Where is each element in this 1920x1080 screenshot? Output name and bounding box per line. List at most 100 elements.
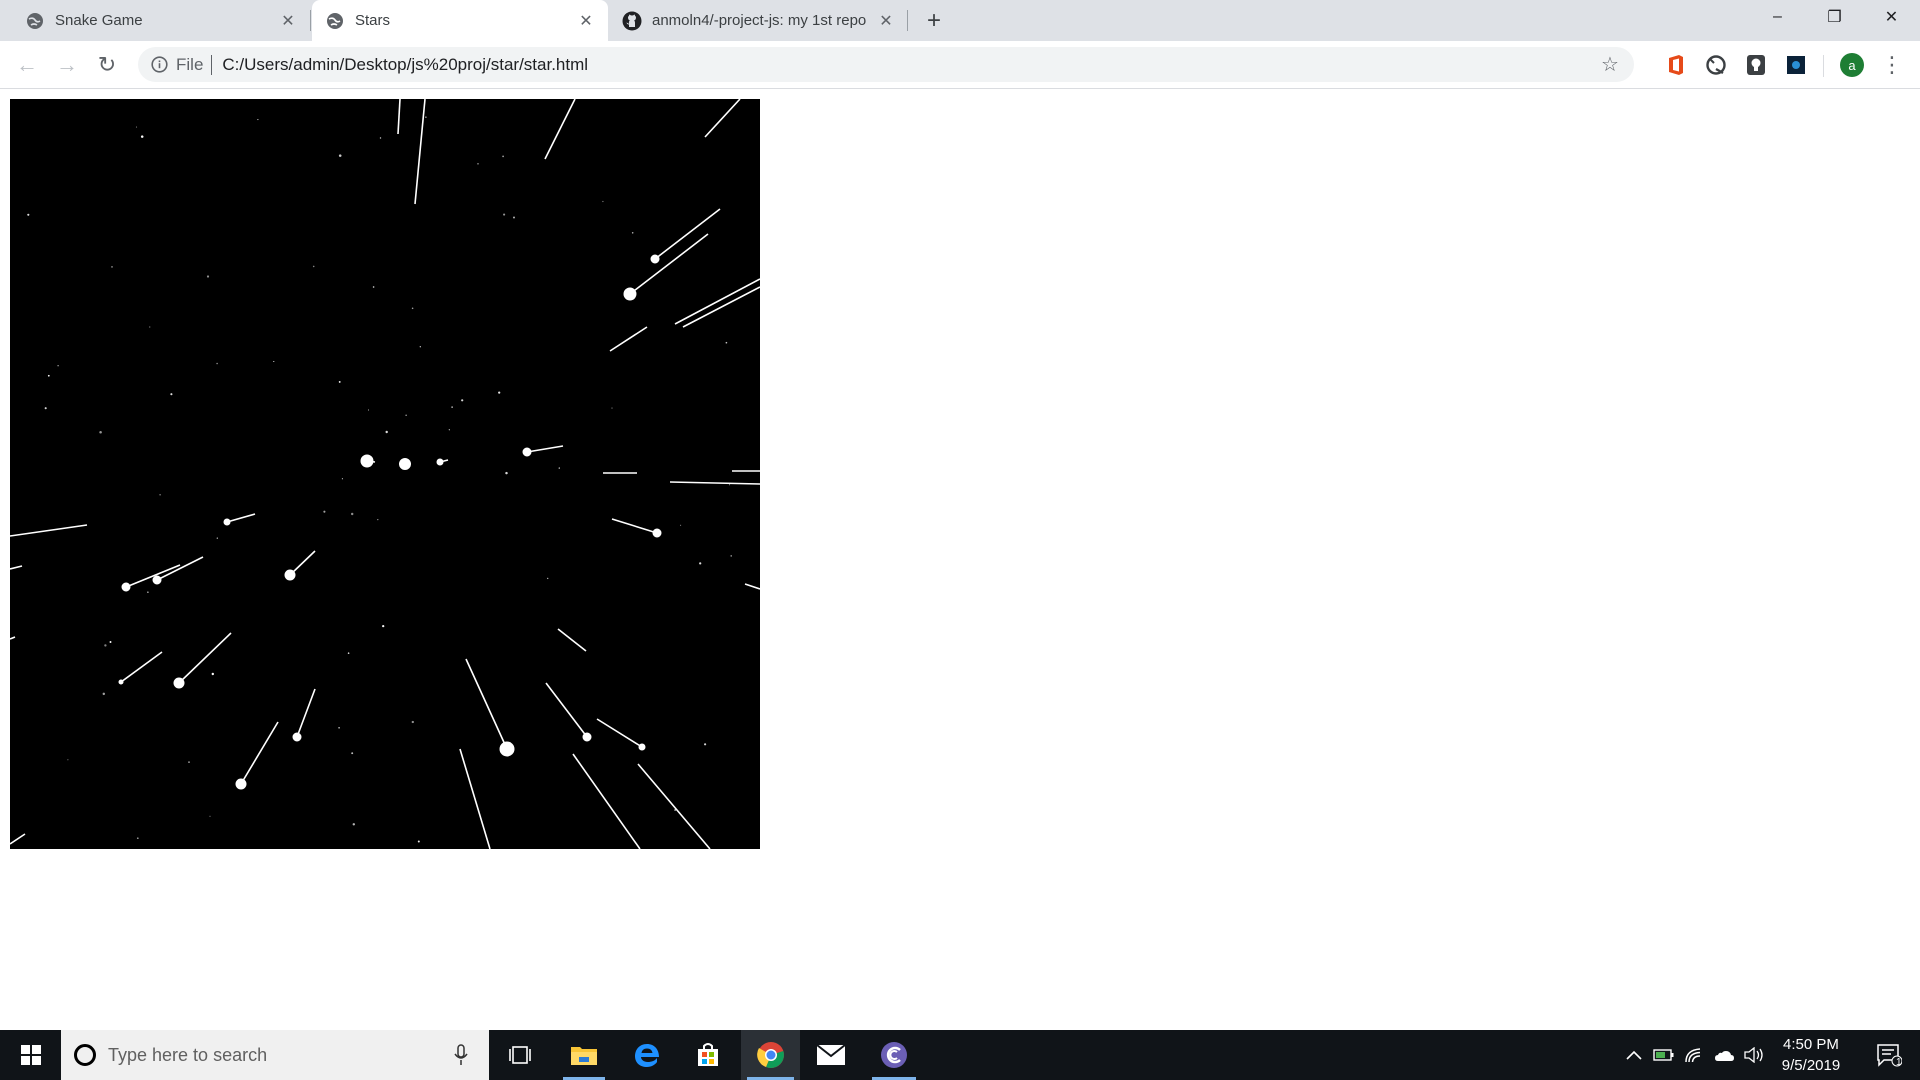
star-head	[638, 743, 646, 751]
start-button[interactable]	[0, 1030, 61, 1080]
star-dot	[147, 591, 149, 593]
search-placeholder: Type here to search	[108, 1044, 268, 1065]
star-dot	[206, 275, 210, 278]
star-dot	[558, 467, 560, 469]
tab-github-repo[interactable]: anmoln4/-project-js: my 1st repo ✕	[608, 0, 908, 41]
star-head	[399, 458, 411, 470]
star-dot	[513, 216, 515, 219]
microphone-icon[interactable]	[451, 1043, 471, 1067]
star-dot	[338, 380, 341, 383]
restore-icon: ❐	[1827, 9, 1842, 26]
windows-logo-icon	[20, 1045, 41, 1065]
dark-extension-icon[interactable]	[1784, 53, 1808, 77]
star-dot	[238, 778, 241, 781]
scheme-divider	[211, 54, 213, 75]
action-center-button[interactable]: 1	[1864, 1030, 1914, 1080]
tab-title: Snake Game	[55, 12, 143, 29]
star-dot	[451, 406, 453, 408]
clock: 4:50 PM 9/5/2019	[1782, 1034, 1840, 1076]
star-dot	[425, 116, 427, 118]
clock-button[interactable]: 4:50 PM 9/5/2019	[1770, 1030, 1852, 1080]
globe-icon	[25, 11, 45, 31]
star-head	[360, 454, 374, 468]
back-button[interactable]: ←	[11, 49, 43, 81]
forward-button[interactable]: →	[51, 49, 83, 81]
address-bar[interactable]: File C:/Users/admin/Desktop/js%20proj/st…	[138, 47, 1634, 82]
star-dot	[411, 307, 414, 310]
star-head	[284, 569, 296, 581]
url-text[interactable]: C:/Users/admin/Desktop/js%20proj/star/st…	[222, 55, 1598, 75]
star-head	[499, 741, 515, 757]
star-dot	[347, 652, 350, 654]
close-icon[interactable]: ✕	[576, 11, 596, 31]
star-dot	[257, 119, 259, 121]
star-dot	[502, 155, 504, 158]
star-dot	[503, 213, 506, 216]
bookmark-star-icon[interactable]: ☆	[1598, 53, 1622, 77]
star-dot	[372, 286, 375, 288]
star-head	[118, 679, 124, 685]
star-dot	[111, 266, 113, 268]
star-dot	[44, 407, 47, 410]
store-icon[interactable]	[681, 1030, 735, 1080]
star-head	[436, 458, 444, 466]
star-dot	[352, 823, 356, 826]
office-icon[interactable]	[1664, 53, 1688, 77]
star-dot	[448, 429, 450, 431]
mail-icon[interactable]	[804, 1030, 858, 1080]
close-window-button[interactable]: ✕	[1863, 0, 1920, 34]
star-dot	[382, 624, 385, 628]
new-tab-button[interactable]: +	[921, 7, 947, 34]
tab-snake-game[interactable]: Snake Game ✕	[0, 0, 310, 41]
star-dot	[67, 759, 69, 761]
onedrive-icon[interactable]	[1711, 1030, 1737, 1080]
volume-icon[interactable]	[1741, 1030, 1767, 1080]
star-dot	[338, 154, 342, 157]
edge-icon[interactable]	[620, 1030, 674, 1080]
star-dot	[102, 692, 106, 696]
star-dot	[477, 162, 479, 165]
close-icon: ✕	[1884, 9, 1899, 26]
reload-button[interactable]: ↻	[91, 49, 123, 81]
battery-icon[interactable]	[1651, 1030, 1677, 1080]
star-head	[623, 287, 637, 301]
profile-avatar[interactable]: a	[1840, 53, 1864, 77]
windows-taskbar: Type here to search 4:50 PM 9/5/2019 1	[0, 1030, 1920, 1080]
star-dot	[611, 407, 613, 409]
taskbar-search-box[interactable]: Type here to search	[61, 1030, 489, 1080]
toolbar-divider	[1823, 55, 1824, 77]
tab-stars[interactable]: Stars ✕	[312, 0, 608, 41]
star-dot	[674, 809, 676, 811]
star-dot	[704, 743, 707, 746]
star-dot	[377, 519, 379, 521]
cortana-icon	[74, 1044, 96, 1066]
show-hidden-icons-button[interactable]	[1622, 1030, 1646, 1080]
browser-menu-button[interactable]: ⋮	[1880, 51, 1904, 79]
third-party-app-icon[interactable]	[866, 1030, 922, 1080]
info-icon[interactable]	[150, 56, 168, 74]
star-dot	[99, 430, 102, 434]
star-dot	[323, 510, 326, 513]
star-dot	[680, 524, 682, 526]
task-view-icon[interactable]	[495, 1030, 545, 1080]
tab-divider	[310, 10, 311, 31]
chrome-icon[interactable]	[741, 1030, 800, 1080]
file-explorer-icon[interactable]	[557, 1030, 611, 1080]
star-head	[652, 528, 662, 538]
wifi-icon[interactable]	[1681, 1030, 1707, 1080]
star-dot	[216, 362, 218, 365]
star-dot	[159, 494, 161, 496]
star-dot	[498, 391, 501, 394]
minimize-button[interactable]: –	[1749, 0, 1806, 34]
clock-time: 4:50 PM	[1783, 1036, 1839, 1053]
lightbulb-extension-icon[interactable]	[1744, 53, 1768, 77]
close-icon[interactable]: ✕	[278, 11, 298, 31]
star-head	[152, 575, 162, 585]
close-icon[interactable]: ✕	[876, 11, 896, 31]
star-dot	[546, 577, 549, 580]
star-dot	[211, 672, 214, 676]
browser-toolbar: ← → ↻ File C:/Users/admin/Desktop/js%20p…	[0, 41, 1920, 89]
quip-icon[interactable]	[1704, 53, 1728, 77]
tab-divider	[907, 10, 908, 31]
restore-button[interactable]: ❐	[1806, 0, 1863, 34]
